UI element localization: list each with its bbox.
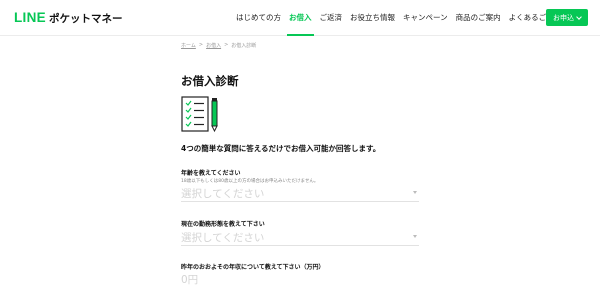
employment-select-placeholder: 選択してください [181,232,265,244]
page-title: お借入診断 [181,74,239,88]
breadcrumb-separator: > [198,42,204,48]
nav-item-campaign[interactable]: キャンペーン [403,0,448,36]
employment-select[interactable]: 選択してください [181,229,419,246]
logo-line-text: LINE [14,10,46,25]
nav-item-products[interactable]: 商品のご案内 [456,0,501,36]
apply-button[interactable]: お申込 [546,9,588,26]
breadcrumb-home[interactable]: ホーム [181,42,196,49]
question-age-note: 18歳以下もしくは80歳以上の方の場合はお申込みいただけません。 [181,179,319,184]
income-input[interactable] [181,272,419,286]
breadcrumb-separator: > [224,42,229,48]
nav-item-useful-info[interactable]: お役立ち情報 [350,0,395,36]
age-select-placeholder: 選択してください [181,188,265,200]
age-select[interactable]: 選択してください [181,185,419,202]
logo[interactable]: LINE ポケットマネー [14,10,122,26]
checklist-icon [181,96,218,133]
global-nav: はじめての方 お借入 ご返済 お役立ち情報 キャンペーン 商品のご案内 よくある… [236,0,561,36]
question-income-label: 昨年のおおよその年収について教えて下さい（万円） [181,264,325,271]
question-age-label: 年齢を教えてください [181,170,241,177]
caret-down-icon [413,191,417,194]
caret-down-icon [413,235,417,238]
nav-item-borrowing[interactable]: お借入 [287,0,313,36]
breadcrumb-current: お借入診断 [231,43,257,49]
nav-item-repayment[interactable]: ご返済 [320,0,343,36]
breadcrumb-borrowing[interactable]: お借入 [206,42,221,49]
lead-text: 4つの簡単な質問に答えるだけでお借入可能か回答します。 [181,144,381,153]
breadcrumb: ホーム > お借入 > お借入診断 [181,42,256,49]
question-employment-label: 現在の勤務形態を教えて下さい [181,221,265,228]
logo-product-text: ポケットマネー [48,13,123,25]
chevron-down-icon [576,13,582,20]
apply-button-label: お申込 [553,13,574,22]
site-header: LINE ポケットマネー はじめての方 お借入 ご返済 お役立ち情報 キャンペー… [0,0,600,36]
nav-item-first-time[interactable]: はじめての方 [236,0,281,36]
